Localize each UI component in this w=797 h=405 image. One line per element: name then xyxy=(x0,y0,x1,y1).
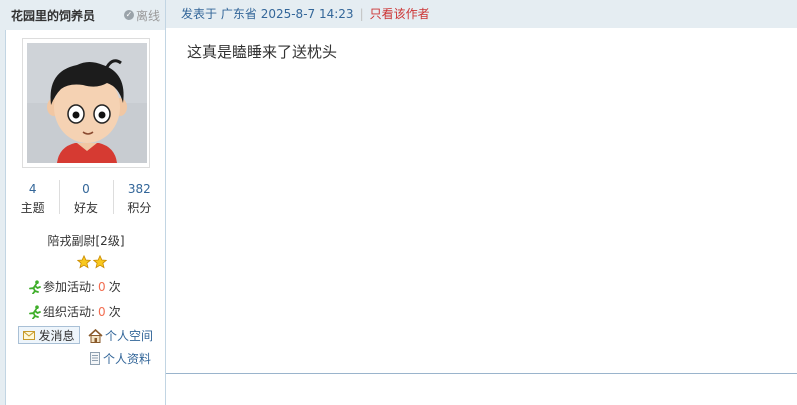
only-author-link[interactable]: 只看该作者 xyxy=(370,5,430,22)
author-info-panel: 4 主题 0 好友 382 积分 陪戎副尉[2级] 参加活动: 0 次 组织活动… xyxy=(5,30,165,405)
activity-joined-unit: 次 xyxy=(108,280,121,294)
activity-organized-unit: 次 xyxy=(108,305,121,319)
avatar[interactable] xyxy=(22,38,150,168)
star-icon xyxy=(77,255,91,269)
post-prefix: 发表于 xyxy=(181,7,218,21)
post-datetime: 2025-8-7 14:23 xyxy=(260,7,354,21)
star-icon xyxy=(93,255,107,269)
offline-icon: ✓ xyxy=(123,10,134,20)
stat-points[interactable]: 382 积分 xyxy=(112,180,166,218)
activity-organized: 组织活动: 0 次 xyxy=(28,303,121,320)
stats-row: 4 主题 0 好友 382 积分 xyxy=(6,180,166,218)
author-name[interactable]: 花园里的饲养员 xyxy=(11,7,95,24)
author-sidebar: 花园里的饲养员 ✓ 离线 4 主题 0 好友 382 积分 陪戎副尉[2级] 参… xyxy=(0,0,166,405)
stat-points-value[interactable]: 382 xyxy=(113,180,166,198)
activity-joined-label: 参加活动: xyxy=(43,280,96,294)
document-icon xyxy=(90,352,100,365)
stat-friends-label: 好友 xyxy=(73,201,98,215)
stat-friends[interactable]: 0 好友 xyxy=(59,180,112,218)
avatar-image xyxy=(27,43,147,163)
post-footer-divider xyxy=(166,373,797,374)
activity-organized-label: 组织活动: xyxy=(43,305,96,319)
post-location: 广东省 xyxy=(220,7,257,21)
stat-friends-value[interactable]: 0 xyxy=(59,180,112,198)
stat-points-label: 积分 xyxy=(127,201,152,215)
personal-space-link[interactable]: 个人空间 xyxy=(88,327,153,344)
user-rank: 陪戎副尉[2级] xyxy=(47,234,125,248)
activity-organized-count: 0 xyxy=(98,304,106,319)
profile-link[interactable]: 个人资料 xyxy=(90,350,151,367)
post-header: 发表于 广东省 2025-8-7 14:23 | 只看该作者 xyxy=(166,0,797,28)
stat-threads[interactable]: 4 主题 xyxy=(6,180,59,218)
rank-stars xyxy=(77,255,107,269)
running-person-icon xyxy=(29,304,41,319)
activity-joined: 参加活动: 0 次 xyxy=(28,278,121,295)
post-content: 这真是瞌睡来了送枕头 xyxy=(187,43,338,61)
post-meta: 发表于 广东省 2025-8-7 14:23 xyxy=(181,5,354,22)
send-message-label: 发消息 xyxy=(38,328,75,343)
author-header: 花园里的饲养员 ✓ 离线 xyxy=(0,0,165,30)
activity-joined-count: 0 xyxy=(98,279,106,294)
running-person-icon xyxy=(29,279,41,294)
send-message-button[interactable]: 发消息 xyxy=(18,326,80,344)
stat-threads-value[interactable]: 4 xyxy=(6,180,59,198)
stat-threads-label: 主题 xyxy=(20,201,45,215)
profile-label: 个人资料 xyxy=(103,352,152,366)
personal-space-label: 个人空间 xyxy=(105,329,154,343)
home-icon xyxy=(88,328,103,343)
status-label: 离线 xyxy=(135,8,160,23)
envelope-icon xyxy=(23,330,36,340)
online-status: ✓ 离线 xyxy=(123,7,160,24)
divider: | xyxy=(359,6,364,21)
